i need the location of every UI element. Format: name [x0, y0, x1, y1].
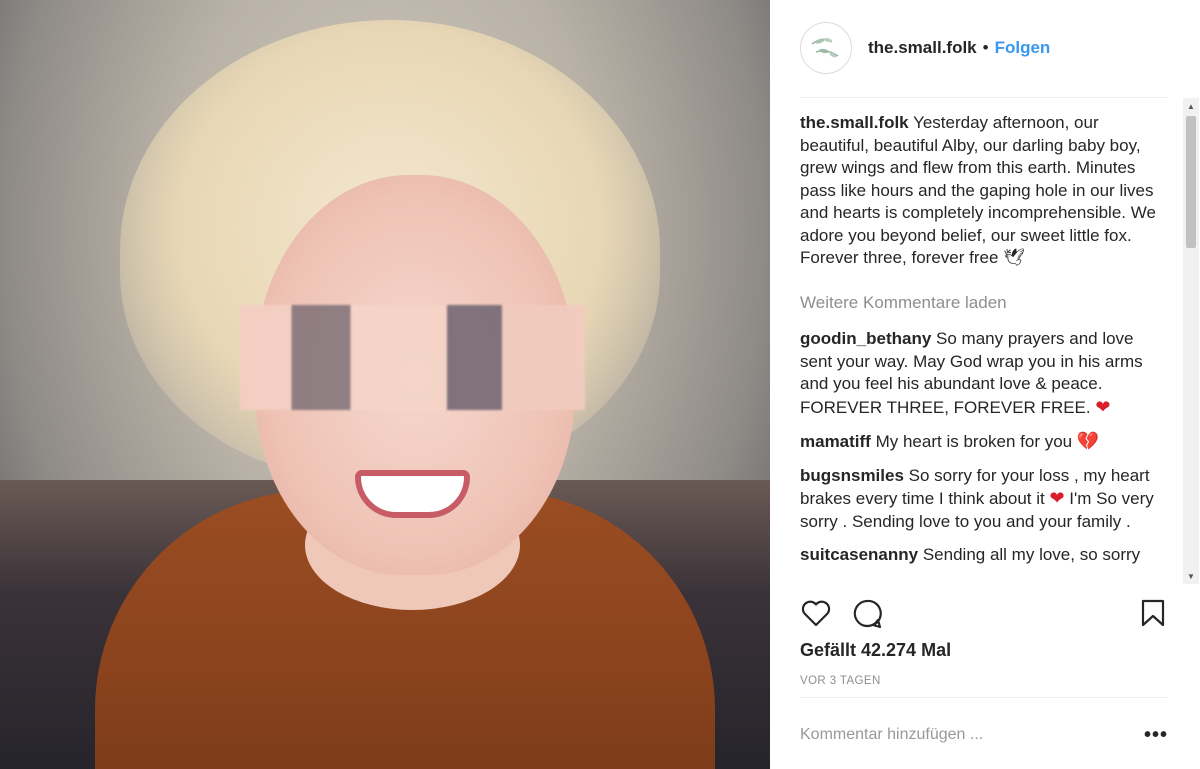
post-side-panel: the.small.folk • Folgen the.small.folk Y…: [770, 0, 1200, 769]
pixelated-eyes: [240, 305, 585, 410]
caption-username[interactable]: the.small.folk: [800, 113, 909, 132]
comments-list[interactable]: the.small.folk Yesterday afternoon, our …: [800, 112, 1168, 584]
caption-text: Yesterday afternoon, our beautiful, beau…: [800, 113, 1156, 267]
load-more-comments-button[interactable]: Weitere Kommentare laden: [800, 292, 1168, 315]
comment-text: My heart is broken for you: [875, 432, 1073, 451]
broken-heart-emoji-icon: 💔: [1076, 431, 1100, 451]
leaf-logo-icon: [811, 37, 839, 58]
comment-username[interactable]: bugsnsmiles: [800, 466, 904, 485]
header-user-line: the.small.folk • Folgen: [868, 38, 1050, 58]
divider: [800, 697, 1168, 698]
comments-scrollbar[interactable]: ▲ ▼: [1183, 98, 1199, 584]
scroll-down-arrow-icon[interactable]: ▼: [1183, 568, 1199, 584]
list-item: suitcasenanny Sending all my love, so so…: [800, 544, 1168, 567]
bookmark-icon[interactable]: [1140, 598, 1166, 633]
post-actions: [800, 598, 1168, 632]
scroll-up-arrow-icon[interactable]: ▲: [1183, 98, 1199, 114]
comment-text: Sending all my love, so sorry: [922, 545, 1141, 564]
red-heart-emoji-icon: ❤: [1095, 396, 1111, 417]
profile-avatar[interactable]: [800, 22, 852, 74]
comment-username[interactable]: mamatiff: [800, 432, 871, 451]
comment-input[interactable]: [800, 726, 1120, 744]
red-heart-emoji-icon: ❤: [1049, 488, 1065, 508]
list-item: goodin_bethany So many prayers and love …: [800, 328, 1168, 419]
likes-count[interactable]: Gefällt 42.274 Mal: [800, 640, 951, 661]
comment-username[interactable]: goodin_bethany: [800, 329, 931, 348]
list-item: mamatiff My heart is broken for you 💔: [800, 430, 1168, 454]
header-username[interactable]: the.small.folk: [868, 38, 977, 58]
post-header: the.small.folk • Folgen: [800, 22, 1168, 98]
follow-button[interactable]: Folgen: [995, 38, 1051, 58]
post-photo: [0, 0, 770, 769]
scrollbar-thumb[interactable]: [1186, 116, 1196, 248]
add-comment-bar: •••: [800, 718, 1168, 752]
more-options-button[interactable]: •••: [1144, 724, 1168, 747]
caption: the.small.folk Yesterday afternoon, our …: [800, 112, 1168, 270]
comment-bubble-icon[interactable]: [851, 598, 883, 635]
comment-username[interactable]: suitcasenanny: [800, 545, 918, 564]
separator-dot: •: [982, 38, 989, 57]
heart-outline-icon[interactable]: [800, 598, 832, 633]
post-timestamp: VOR 3 TAGEN: [800, 675, 881, 687]
list-item: bugsnsmiles So sorry for your loss , my …: [800, 465, 1168, 534]
